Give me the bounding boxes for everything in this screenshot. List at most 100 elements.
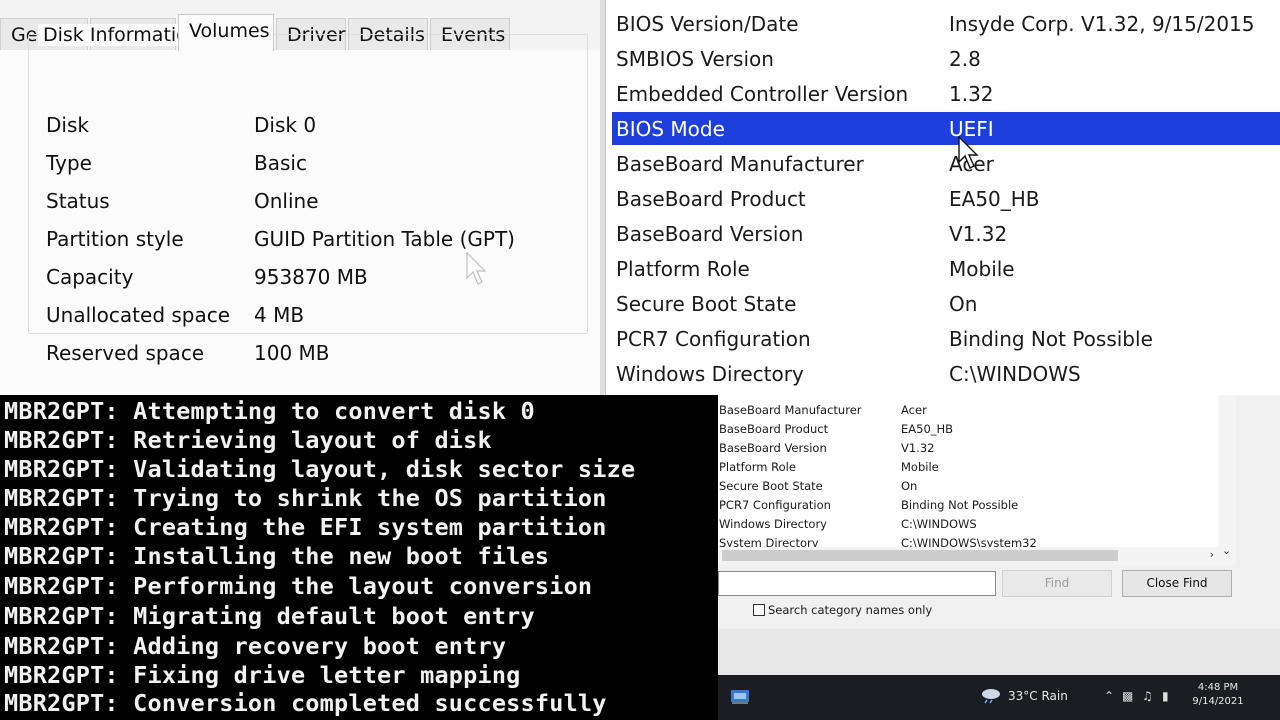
sysinfo-row[interactable]: Secure Boot State On <box>612 287 1280 320</box>
row-label: Unallocated space <box>46 303 231 327</box>
list-item[interactable]: Windows Directory C:\WINDOWS <box>718 515 1228 534</box>
mouse-cursor-icon <box>466 252 487 285</box>
vertical-scrollbar[interactable]: ⌄ <box>1218 395 1236 565</box>
row-value: 1.32 <box>949 82 994 106</box>
row-label: SMBIOS Version <box>616 47 774 71</box>
row-value: Insyde Corp. V1.32, 9/15/2015 <box>949 12 1255 36</box>
row-value: V1.32 <box>949 222 1008 246</box>
sysinfo-row[interactable]: BaseBoard Product EA50_HB <box>612 182 1280 215</box>
temperature: 33°C <box>1008 689 1038 703</box>
console-line: MBR2GPT: Creating the EFI system partiti… <box>4 513 607 541</box>
find-input[interactable] <box>718 571 996 596</box>
console-line: MBR2GPT: Performing the layout conversio… <box>4 572 593 600</box>
sysinfo-row[interactable]: Platform Role Mobile <box>612 252 1280 285</box>
sysinfo-row[interactable]: BaseBoard Manufacturer Acer <box>612 147 1280 180</box>
console-line: MBR2GPT: Attempting to convert disk 0 <box>4 397 535 425</box>
rain-cloud-icon[interactable] <box>980 686 1002 704</box>
chevron-right-icon[interactable]: › <box>1210 548 1214 561</box>
row-value: C:\WINDOWS <box>901 517 977 531</box>
console-line: MBR2GPT: Conversion completed successful… <box>4 689 607 717</box>
disk-properties-dialog: General Policies Volumes Driver Details … <box>0 0 600 395</box>
chevron-up-icon[interactable]: ⌃ <box>1104 689 1114 703</box>
taskbar: 33°C Rain ⌃ ▩ ♫ ▮ 4:48 PM 9/14/2021 <box>718 675 1280 720</box>
row-label: Status <box>46 189 110 213</box>
tab-volumes[interactable]: Volumes <box>178 14 274 51</box>
row-value: Binding Not Possible <box>901 498 1019 512</box>
desktop-background <box>718 629 1280 675</box>
clock-time: 4:48 PM <box>1197 682 1239 693</box>
row-value: 4 MB <box>254 303 305 327</box>
chevron-down-icon[interactable]: ⌄ <box>1222 544 1231 557</box>
row-label: BIOS Mode <box>616 117 725 141</box>
row-value: 2.8 <box>949 47 981 71</box>
row-value: 100 MB <box>254 341 330 365</box>
row-value: Mobile <box>949 257 1015 281</box>
list-item[interactable]: BaseBoard Product EA50_HB <box>718 420 1228 439</box>
type-row: Type Basic <box>46 151 586 181</box>
system-information-large: BIOS Version/Date Insyde Corp. V1.32, 9/… <box>600 0 1280 395</box>
status-row: Status Online <box>46 189 586 219</box>
network-icon[interactable]: ▩ <box>1122 689 1133 703</box>
clock-date: 9/14/2021 <box>1192 696 1244 707</box>
list-item[interactable]: PCR7 Configuration Binding Not Possible <box>718 496 1228 515</box>
scrollbar-thumb[interactable] <box>722 550 1118 561</box>
console-line: MBR2GPT: Adding recovery boot entry <box>4 632 507 660</box>
row-label: Platform Role <box>616 257 750 281</box>
row-label: Disk <box>46 113 89 137</box>
unallocated-space-row: Unallocated space 4 MB <box>46 303 586 333</box>
row-value: 953870 MB <box>254 265 368 289</box>
row-label: Partition style <box>46 227 184 251</box>
console-line: MBR2GPT: Retrieving layout of disk <box>4 426 492 454</box>
row-label: Reserved space <box>46 341 205 365</box>
row-label: BaseBoard Product <box>719 422 829 436</box>
sysinfo-app-icon[interactable] <box>730 687 750 705</box>
sysinfo-row[interactable]: BIOS Version/Date Insyde Corp. V1.32, 9/… <box>612 7 1280 40</box>
row-value: C:\WINDOWS <box>949 362 1081 386</box>
row-value: Acer <box>901 403 927 417</box>
list-item[interactable]: Platform Role Mobile <box>718 458 1228 477</box>
row-label: Secure Boot State <box>616 292 797 316</box>
list-item[interactable]: BaseBoard Version V1.32 <box>718 439 1228 458</box>
system-information-small: BaseBoard Manufacturer Acer BaseBoard Pr… <box>718 395 1280 720</box>
disk-row: Disk Disk 0 <box>46 113 586 143</box>
list-item[interactable]: Secure Boot State On <box>718 477 1228 496</box>
row-label: PCR7 Configuration <box>719 498 831 512</box>
row-label: BaseBoard Manufacturer <box>719 403 862 417</box>
row-label: Secure Boot State <box>719 479 823 493</box>
sysinfo-list: BaseBoard Manufacturer Acer BaseBoard Pr… <box>718 395 1236 565</box>
find-button[interactable]: Find <box>1002 570 1112 597</box>
mbr2gpt-console: MBR2GPT: Attempting to convert disk 0 MB… <box>0 395 718 720</box>
row-label: BaseBoard Version <box>616 222 804 246</box>
console-line: MBR2GPT: Fixing drive letter mapping <box>4 661 521 689</box>
row-value: Disk 0 <box>254 113 317 137</box>
sysinfo-row[interactable]: BaseBoard Version V1.32 <box>612 217 1280 250</box>
sysinfo-row[interactable]: SMBIOS Version 2.8 <box>612 42 1280 75</box>
console-line: MBR2GPT: Validating layout, disk sector … <box>4 455 636 483</box>
horizontal-scrollbar[interactable]: › <box>718 547 1218 565</box>
row-value: Binding Not Possible <box>949 327 1153 351</box>
sysinfo-row-selected[interactable]: BIOS Mode UEFI <box>612 112 1280 145</box>
row-label: BaseBoard Product <box>616 187 806 211</box>
capacity-row: Capacity 953870 MB <box>46 265 586 295</box>
speaker-icon[interactable]: ♫ <box>1142 689 1153 703</box>
row-label: Capacity <box>46 265 134 289</box>
row-value: On <box>949 292 978 316</box>
weather-text[interactable]: 33°C Rain <box>1008 689 1068 703</box>
row-value: V1.32 <box>901 441 935 455</box>
mouse-cursor-icon <box>958 136 979 169</box>
close-find-button[interactable]: Close Find <box>1122 570 1232 597</box>
battery-icon[interactable]: ▮ <box>1162 689 1169 703</box>
clock[interactable]: 4:48 PM 9/14/2021 <box>1188 681 1248 709</box>
row-value: Online <box>254 189 319 213</box>
weather-condition: Rain <box>1041 689 1068 703</box>
checkbox-label: Search category names only <box>768 603 933 617</box>
sysinfo-row[interactable]: Embedded Controller Version 1.32 <box>612 77 1280 110</box>
search-category-checkbox[interactable] <box>753 604 765 616</box>
row-label: Platform Role <box>719 460 796 474</box>
sysinfo-row[interactable]: PCR7 Configuration Binding Not Possible <box>612 322 1280 355</box>
row-label: PCR7 Configuration <box>616 327 811 351</box>
row-value: Mobile <box>901 460 939 474</box>
row-label: Type <box>46 151 92 175</box>
list-item[interactable]: BaseBoard Manufacturer Acer <box>718 401 1228 420</box>
sysinfo-row[interactable]: Windows Directory C:\WINDOWS <box>612 357 1280 390</box>
